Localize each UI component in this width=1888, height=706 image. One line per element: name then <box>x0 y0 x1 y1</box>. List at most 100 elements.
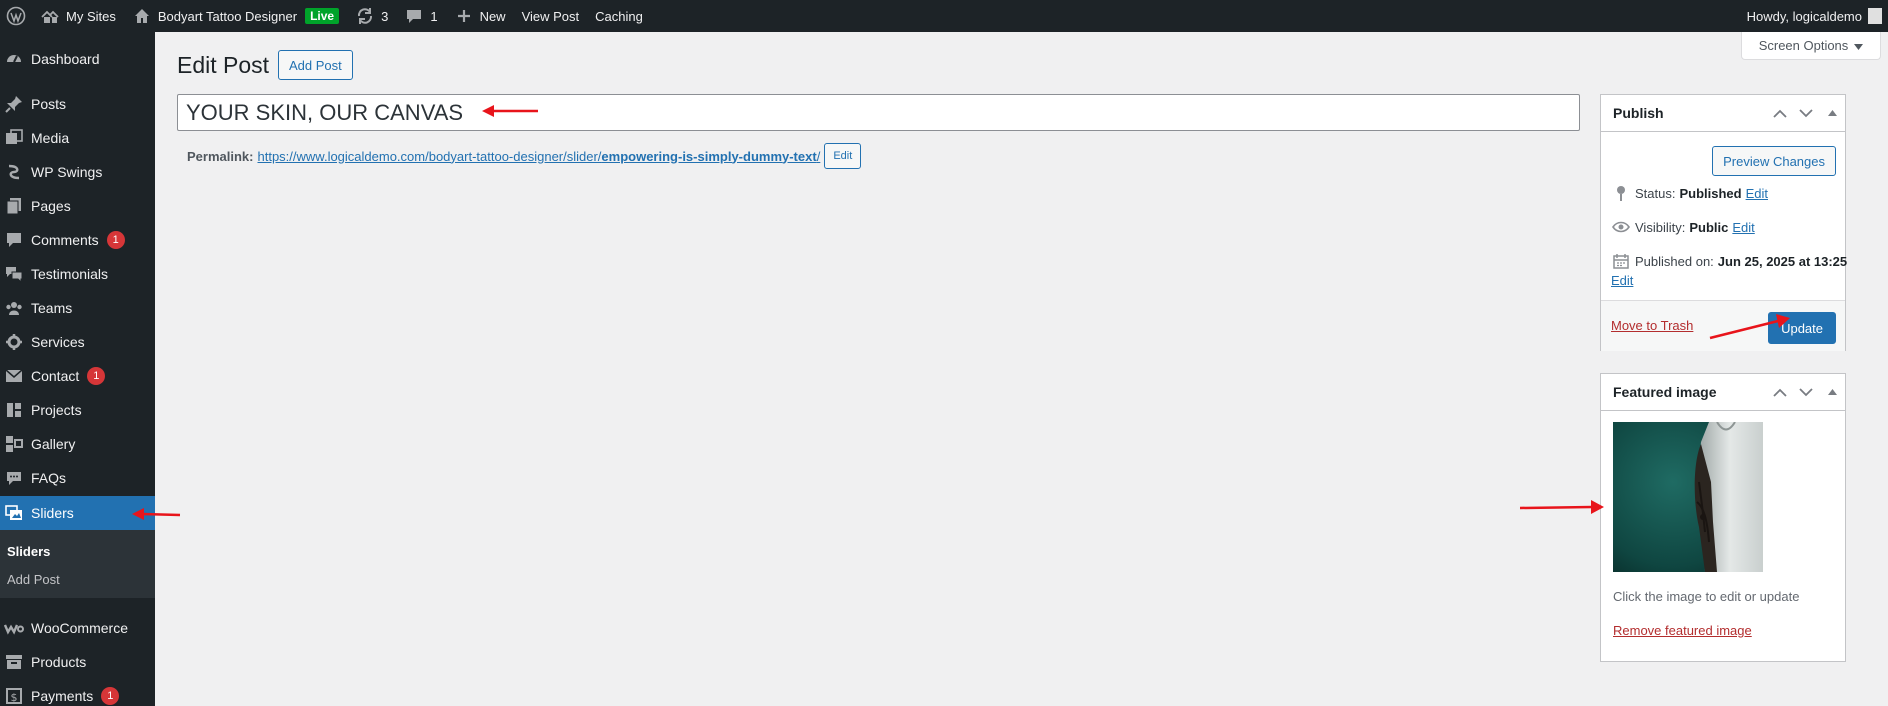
groups-icon <box>4 298 24 318</box>
sidebar-item-teams[interactable]: Teams <box>0 291 155 325</box>
publish-box-header: Publish <box>1601 95 1845 132</box>
admin-sidebar: Dashboard Posts Media WP Swings Pages Co… <box>0 32 155 706</box>
page-title: Edit Post <box>177 52 270 78</box>
edit-slug-button[interactable]: Edit <box>824 143 862 169</box>
howdy-label: Howdy, logicaldemo <box>1746 8 1862 24</box>
featured-image-thumbnail[interactable] <box>1613 422 1763 572</box>
permalink-label: Permalink: <box>187 148 254 164</box>
comments-badge: 1 <box>106 231 125 249</box>
pin-icon <box>4 94 24 114</box>
gallery-icon <box>4 434 24 454</box>
contact-badge: 1 <box>87 367 106 385</box>
sidebar-item-label: Testimonials <box>31 266 109 282</box>
view-post-link[interactable]: View Post <box>514 0 588 32</box>
sidebar-item-media[interactable]: Media <box>0 121 155 155</box>
published-on-label: Published on: <box>1635 253 1714 269</box>
sidebar-item-products[interactable]: Products <box>0 645 155 679</box>
mail-icon <box>4 366 24 386</box>
featured-image-box: Featured image Click the image to edit o… <box>1600 373 1846 662</box>
sidebar-item-payments[interactable]: $ Payments 1 <box>0 679 155 706</box>
sidebar-item-faqs[interactable]: FAQs <box>0 461 155 495</box>
toggle-panel-icon[interactable] <box>1819 95 1845 132</box>
annotation-arrow <box>1519 500 1604 514</box>
sidebar-item-woocommerce[interactable]: WooCommerce <box>0 611 155 645</box>
edit-date-link[interactable]: Edit <box>1611 273 1633 288</box>
new-content-menu[interactable]: New <box>446 0 514 32</box>
site-name-menu[interactable]: Bodyart Tattoo Designer Live <box>124 0 347 32</box>
sidebar-item-label: Comments <box>31 232 99 248</box>
featured-image-box-header: Featured image <box>1601 374 1845 411</box>
comments-count: 1 <box>430 8 438 24</box>
post-title-input[interactable]: YOUR SKIN, OUR CANVAS <box>177 94 1580 131</box>
sidebar-item-contact[interactable]: Contact 1 <box>0 359 155 393</box>
wp-logo-menu[interactable] <box>0 0 32 32</box>
sliders-submenu: Sliders Add Post <box>0 530 155 598</box>
toggle-panel-icon[interactable] <box>1819 374 1845 411</box>
sidebar-item-gallery[interactable]: Gallery <box>0 427 155 461</box>
location-pin-icon <box>1611 183 1631 203</box>
my-sites-menu[interactable]: My Sites <box>32 0 124 32</box>
published-on-row: Published on: Jun 25, 2025 at 13:25 <box>1611 251 1847 271</box>
permalink-base: https://www.logicaldemo.com/bodyart-tatt… <box>257 148 602 164</box>
screen-options-label: Screen Options <box>1758 38 1849 53</box>
updates-icon <box>355 6 375 26</box>
swings-icon <box>4 162 24 182</box>
sidebar-item-label: Products <box>31 654 87 670</box>
add-post-button[interactable]: Add Post <box>278 50 353 80</box>
sidebar-item-wp-swings[interactable]: WP Swings <box>0 155 155 189</box>
submenu-item-sliders[interactable]: Sliders <box>7 544 50 559</box>
site-name-label: Bodyart Tattoo Designer <box>157 8 298 24</box>
pages-icon <box>4 196 24 216</box>
publish-box-title: Publish <box>1613 105 1664 121</box>
permalink-slash: / <box>816 148 821 164</box>
sidebar-item-services[interactable]: Services <box>0 325 155 359</box>
caching-menu[interactable]: Caching <box>587 0 651 32</box>
sidebar-item-label: Pages <box>31 198 71 214</box>
sidebar-item-dashboard[interactable]: Dashboard <box>0 42 155 76</box>
permalink-link[interactable]: https://www.logicaldemo.com/bodyart-tatt… <box>257 149 820 164</box>
my-account-menu[interactable]: Howdy, logicaldemo <box>1747 0 1882 32</box>
edit-status-link[interactable]: Edit <box>1746 186 1768 201</box>
sidebar-item-label: Media <box>31 130 70 146</box>
comments-menu[interactable]: 1 <box>396 0 445 32</box>
sidebar-item-projects[interactable]: Projects <box>0 393 155 427</box>
screen-options-button[interactable]: Screen Options <box>1741 32 1881 60</box>
payments-badge: 1 <box>101 687 120 705</box>
payments-icon: $ <box>4 686 24 706</box>
avatar <box>1868 8 1882 24</box>
caching-label: Caching <box>595 8 643 24</box>
published-on-value: Jun 25, 2025 at 13:25 <box>1717 253 1848 269</box>
move-to-trash-link[interactable]: Move to Trash <box>1611 318 1693 333</box>
sidebar-item-testimonials[interactable]: Testimonials <box>0 257 155 291</box>
featured-image-box-handles <box>1767 374 1845 411</box>
submenu-item-add-post[interactable]: Add Post <box>7 572 60 587</box>
sidebar-item-label: Contact <box>31 368 80 384</box>
caret-down-icon <box>1854 38 1864 53</box>
updates-menu[interactable]: 3 <box>347 0 396 32</box>
svg-text:$: $ <box>11 691 18 704</box>
status-label: Status: <box>1635 185 1676 201</box>
sidebar-item-pages[interactable]: Pages <box>0 189 155 223</box>
permalink-row: Permalink: https://www.logicaldemo.com/b… <box>187 143 862 169</box>
move-up-icon[interactable] <box>1767 95 1793 132</box>
publish-box-handles <box>1767 95 1845 132</box>
home-icon <box>132 6 152 26</box>
sidebar-item-label: Services <box>31 334 85 350</box>
remove-featured-image-link[interactable]: Remove featured image <box>1613 623 1752 638</box>
live-badge: Live <box>305 8 340 24</box>
move-up-icon[interactable] <box>1767 374 1793 411</box>
sidebar-item-label: Dashboard <box>31 51 100 67</box>
preview-changes-button[interactable]: Preview Changes <box>1712 146 1836 176</box>
featured-image-box-title: Featured image <box>1613 384 1717 400</box>
move-down-icon[interactable] <box>1793 374 1819 411</box>
sidebar-item-label: Payments <box>31 688 94 704</box>
eye-icon <box>1611 217 1631 237</box>
sidebar-item-comments[interactable]: Comments 1 <box>0 223 155 257</box>
admin-bar: My Sites Bodyart Tattoo Designer Live 3 … <box>0 0 1888 32</box>
edit-visibility-link[interactable]: Edit <box>1732 220 1754 235</box>
featured-image-hint: Click the image to edit or update <box>1613 589 1800 604</box>
sidebar-item-label: WP Swings <box>31 164 103 180</box>
move-down-icon[interactable] <box>1793 95 1819 132</box>
sidebar-item-posts[interactable]: Posts <box>0 87 155 121</box>
plus-icon <box>454 6 474 26</box>
